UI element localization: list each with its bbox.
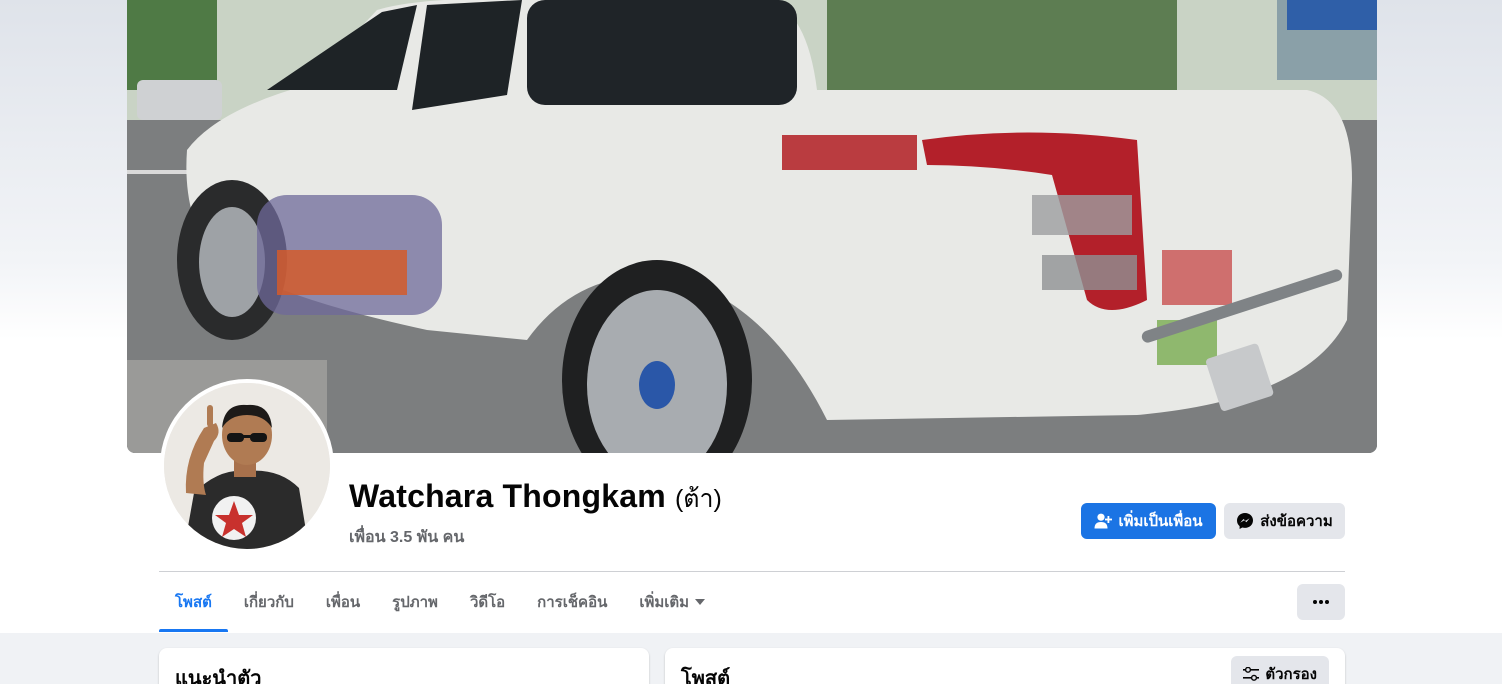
message-label: ส่งข้อความ bbox=[1260, 513, 1333, 530]
tab-label: การเช็คอิน bbox=[537, 594, 608, 611]
profile-name: Watchara Thongkam bbox=[349, 478, 666, 514]
posts-card-title: โพสต์ bbox=[681, 668, 731, 684]
profile-nickname: (ต้า) bbox=[674, 485, 722, 513]
tab-label: เพื่อน bbox=[325, 594, 361, 611]
filter-button[interactable]: ตัวกรอง bbox=[1231, 656, 1329, 684]
tab-label: โพสต์ bbox=[175, 594, 212, 611]
profile-name-block: Watchara Thongkam (ต้า) เพื่อน 3.5 พัน ค… bbox=[349, 478, 722, 550]
message-button[interactable]: ส่งข้อความ bbox=[1224, 503, 1345, 539]
tab-label: รูปภาพ bbox=[392, 594, 438, 611]
name-row: Watchara Thongkam (ต้า) bbox=[349, 478, 722, 519]
tab-label: เพิ่มเติม bbox=[639, 594, 690, 611]
messenger-icon bbox=[1237, 513, 1254, 529]
tab-checkins[interactable]: การเช็คอิน bbox=[521, 572, 623, 632]
intro-card: แนะนำตัว bbox=[159, 648, 649, 684]
tab-posts[interactable]: โพสต์ bbox=[159, 572, 228, 632]
profile-tabs: โพสต์ เกี่ยวกับ เพื่อน รูปภาพ วิดีโอ การ… bbox=[159, 572, 721, 632]
tab-label: วิดีโอ bbox=[469, 594, 506, 611]
add-friend-button[interactable]: เพิ่มเป็นเพื่อน bbox=[1081, 503, 1216, 539]
filter-label: ตัวกรอง bbox=[1265, 666, 1317, 683]
avatar-image bbox=[164, 383, 330, 549]
intro-card-title: แนะนำตัว bbox=[175, 668, 262, 684]
tab-label: เกี่ยวกับ bbox=[243, 594, 294, 611]
filter-sliders-icon bbox=[1243, 667, 1260, 681]
cover-photo[interactable] bbox=[127, 0, 1377, 453]
tab-more[interactable]: เพิ่มเติม bbox=[623, 572, 721, 632]
profile-picture[interactable] bbox=[160, 379, 334, 553]
add-friend-label: เพิ่มเป็นเพื่อน bbox=[1118, 513, 1203, 530]
person-add-icon bbox=[1094, 513, 1113, 529]
more-horizontal-icon bbox=[1313, 600, 1329, 604]
avatar bbox=[164, 383, 330, 549]
posts-card: โพสต์ ตัวกรอง bbox=[665, 648, 1345, 684]
tab-videos[interactable]: วิดีโอ bbox=[454, 572, 521, 632]
cover-photo-image bbox=[127, 0, 1377, 453]
tab-about[interactable]: เกี่ยวกับ bbox=[228, 572, 310, 632]
friends-count[interactable]: เพื่อน 3.5 พัน คน bbox=[349, 525, 722, 550]
tab-photos[interactable]: รูปภาพ bbox=[376, 572, 454, 632]
more-options-button[interactable] bbox=[1297, 584, 1345, 620]
caret-down-icon bbox=[695, 599, 706, 605]
tab-friends[interactable]: เพื่อน bbox=[310, 572, 376, 632]
